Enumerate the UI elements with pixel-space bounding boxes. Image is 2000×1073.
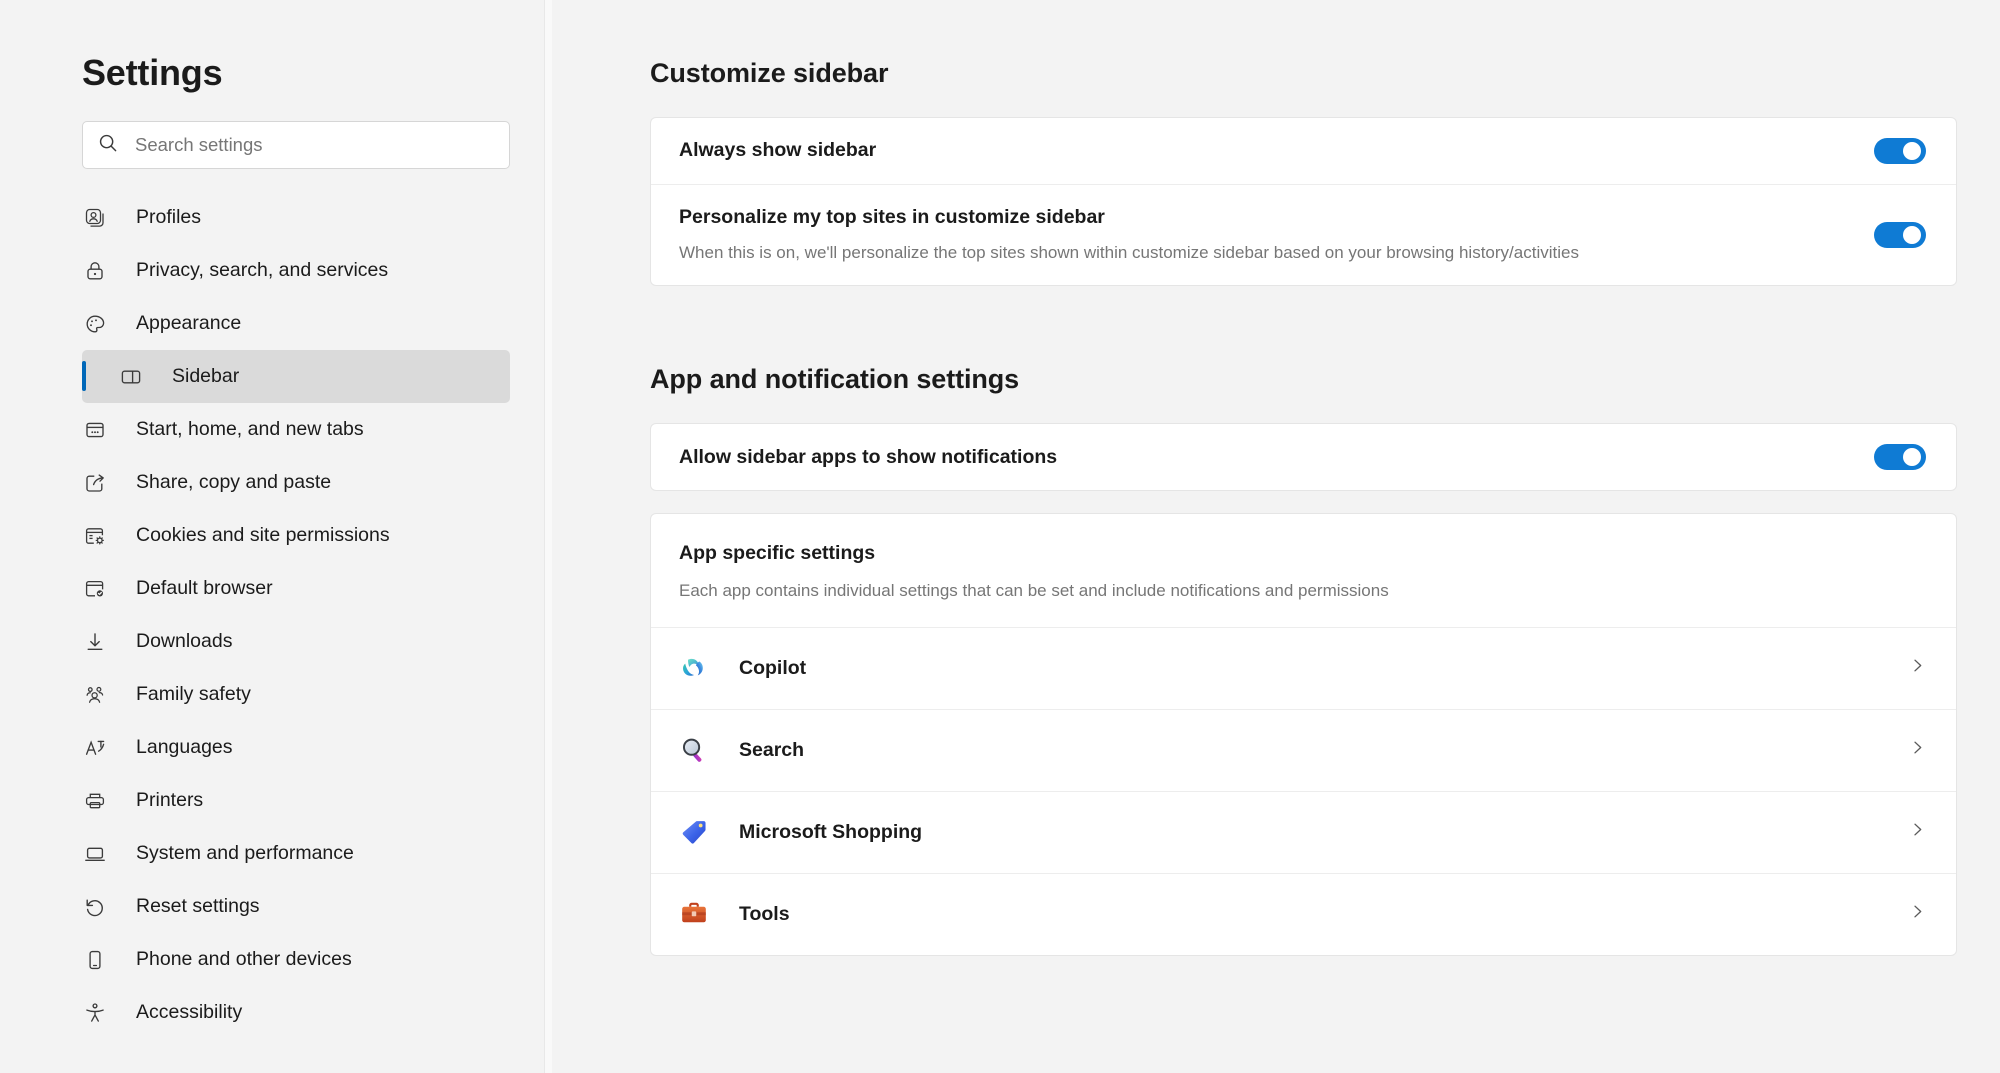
settings-nav-pane: Settings Profi xyxy=(0,0,552,1073)
translate-icon xyxy=(82,735,108,761)
app-specific-settings-title: App specific settings xyxy=(679,542,876,565)
sidebar-item-label: Sidebar xyxy=(172,364,240,387)
sidebar-item-sidebar[interactable]: Sidebar xyxy=(82,350,510,403)
search-app-icon xyxy=(679,735,709,765)
sidebar-item-label: Appearance xyxy=(136,311,242,334)
phone-icon xyxy=(82,947,108,973)
chevron-right-icon[interactable] xyxy=(1909,657,1926,679)
people-icon xyxy=(82,682,108,708)
sidebar-item-label: Reset settings xyxy=(136,894,260,917)
sidebar-item-label: Languages xyxy=(136,735,233,758)
sidebar-item-label: Accessibility xyxy=(136,1000,243,1023)
setting-description: When this is on, we'll personalize the t… xyxy=(679,243,1579,263)
app-notification-card: Allow sidebar apps to show notifications xyxy=(650,423,1957,492)
sidebar-icon xyxy=(118,364,144,390)
sidebar-item-label: Default browser xyxy=(136,576,273,599)
section-heading-app-and-notification-settings: App and notification settings xyxy=(650,364,1020,395)
sidebar-item-default-browser[interactable]: Default browser xyxy=(0,562,428,615)
personalize-top-sites-toggle[interactable] xyxy=(1874,222,1926,249)
app-label: Tools xyxy=(739,902,790,925)
app-specific-settings-description: Each app contains individual settings th… xyxy=(679,580,1389,600)
setting-row-personalize-top-sites: Personalize my top sites in customize si… xyxy=(651,184,1956,285)
app-row-microsoft-shopping[interactable]: Microsoft Shopping xyxy=(651,790,1956,873)
sidebar-item-label: Share, copy and paste xyxy=(136,470,332,493)
sidebar-item-label: Phone and other devices xyxy=(136,947,352,970)
allow-sidebar-apps-notifications-toggle[interactable] xyxy=(1874,444,1926,471)
sidebar-item-appearance[interactable]: Appearance xyxy=(0,297,428,350)
sidebar-item-reset-settings[interactable]: Reset settings xyxy=(0,880,428,933)
sidebar-item-label: Privacy, search, and services xyxy=(136,258,389,281)
chevron-right-icon[interactable] xyxy=(1909,903,1926,925)
sidebar-item-share-copy-and-paste[interactable]: Share, copy and paste xyxy=(0,456,428,509)
app-row-copilot[interactable]: Copilot xyxy=(651,626,1956,709)
toggle-knob xyxy=(1903,142,1921,160)
sidebar-item-phone-and-other-devices[interactable]: Phone and other devices xyxy=(0,933,428,986)
setting-title: Always show sidebar xyxy=(679,139,877,162)
toggle-knob xyxy=(1903,448,1921,467)
app-label: Search xyxy=(739,738,805,761)
sidebar-item-label: Start, home, and new tabs xyxy=(136,417,364,440)
app-specific-settings-card: App specific settings Each app contains … xyxy=(650,513,1957,956)
app-row-search[interactable]: Search xyxy=(651,708,1956,791)
sidebar-item-cookies-and-site-permissions[interactable]: Cookies and site permissions xyxy=(0,509,428,562)
sidebar-item-printers[interactable]: Printers xyxy=(0,774,428,827)
printer-icon xyxy=(82,788,108,814)
toolbox-icon xyxy=(679,899,709,929)
sidebar-item-start-home-and-new-tabs[interactable]: Start, home, and new tabs xyxy=(0,403,428,456)
sidebar-item-label: System and performance xyxy=(136,841,354,864)
palette-icon xyxy=(82,311,108,337)
sidebar-item-accessibility[interactable]: Accessibility xyxy=(0,986,428,1039)
customize-sidebar-card: Always show sidebar Personalize my top s… xyxy=(650,117,1957,287)
app-label: Microsoft Shopping xyxy=(739,820,923,843)
copilot-icon xyxy=(679,653,709,683)
chevron-right-icon[interactable] xyxy=(1909,739,1926,761)
settings-nav-list: Profiles Privacy, search, and services A… xyxy=(0,191,552,1039)
shopping-tag-icon xyxy=(679,817,709,847)
toggle-knob xyxy=(1903,226,1921,245)
sidebar-item-label: Profiles xyxy=(136,205,202,228)
app-row-tools[interactable]: Tools xyxy=(651,872,1956,955)
sidebar-item-label: Downloads xyxy=(136,629,233,652)
search-icon xyxy=(97,132,119,159)
download-arrow-icon xyxy=(82,629,108,655)
setting-title: Allow sidebar apps to show notifications xyxy=(679,445,1058,468)
window-dots-icon xyxy=(82,417,108,443)
lock-icon xyxy=(82,258,108,284)
sidebar-item-downloads[interactable]: Downloads xyxy=(0,615,428,668)
app-specific-settings-header: App specific settings Each app contains … xyxy=(651,514,1956,626)
laptop-icon xyxy=(82,841,108,867)
sidebar-item-system-and-performance[interactable]: System and performance xyxy=(0,827,428,880)
profile-icon xyxy=(82,205,108,231)
reset-arrow-icon xyxy=(82,894,108,920)
sidebar-item-family-safety[interactable]: Family safety xyxy=(0,668,428,721)
setting-row-always-show-sidebar: Always show sidebar xyxy=(651,118,1956,184)
share-icon xyxy=(82,470,108,496)
accessibility-icon xyxy=(82,1000,108,1026)
sidebar-item-label: Printers xyxy=(136,788,204,811)
section-heading-customize-sidebar: Customize sidebar xyxy=(650,58,889,88)
setting-row-allow-sidebar-apps-notifications: Allow sidebar apps to show notifications xyxy=(651,424,1956,490)
sidebar-item-languages[interactable]: Languages xyxy=(0,721,428,774)
browser-check-icon xyxy=(82,576,108,602)
setting-title: Personalize my top sites in customize si… xyxy=(679,206,1105,228)
always-show-sidebar-toggle[interactable] xyxy=(1874,138,1926,164)
sidebar-item-label: Cookies and site permissions xyxy=(136,523,390,546)
sidebar-item-privacy-search-and-services[interactable]: Privacy, search, and services xyxy=(0,244,428,297)
nav-scrollbar-track[interactable] xyxy=(544,0,552,1073)
sidebar-item-label: Family safety xyxy=(136,682,251,705)
cookie-gear-icon xyxy=(82,523,108,549)
chevron-right-icon[interactable] xyxy=(1909,821,1926,843)
page-title: Settings xyxy=(82,52,223,93)
sidebar-item-profiles[interactable]: Profiles xyxy=(0,191,428,244)
app-label: Copilot xyxy=(739,656,807,679)
search-input[interactable] xyxy=(135,122,495,168)
search-settings-box[interactable] xyxy=(82,121,510,169)
settings-content-pane: Customize sidebar Always show sidebar Pe… xyxy=(552,0,2000,1073)
